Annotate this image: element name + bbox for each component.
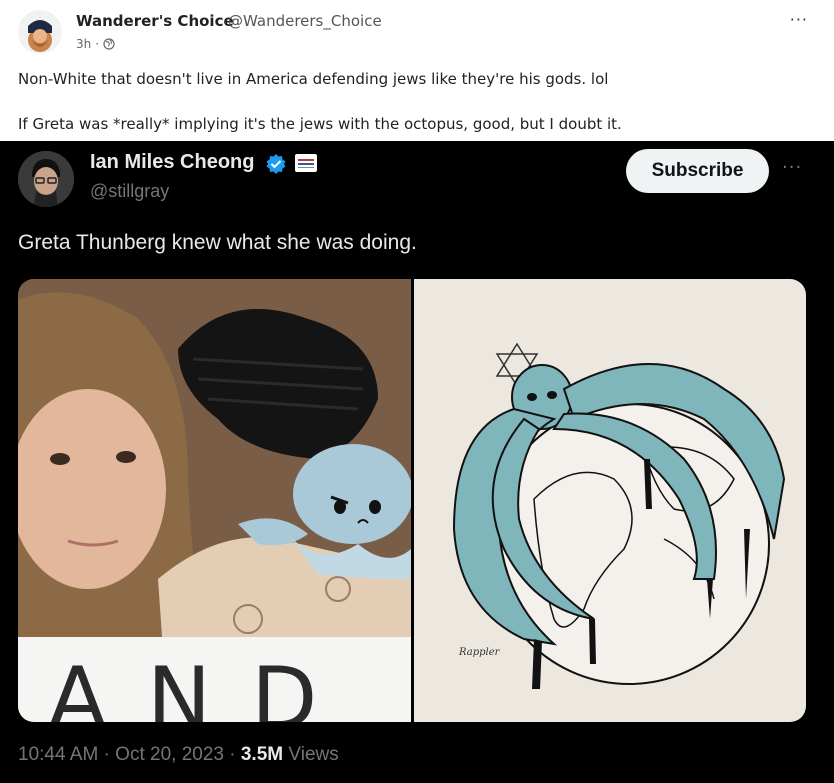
author-name[interactable]: Wanderer's Choice [76, 12, 234, 30]
views-label: Views [283, 744, 339, 765]
embed-tweet-text: Greta Thunberg knew what she was doing. [18, 231, 417, 254]
post-text-line-2: If Greta was *really* implying it's the … [18, 115, 622, 133]
embed-more-options-icon[interactable]: ··· [782, 157, 802, 178]
embed-time[interactable]: 10:44 AM [18, 744, 98, 765]
affiliation-flag-icon[interactable] [295, 154, 317, 172]
photo-selfie-with-plush[interactable]: AND [18, 279, 413, 722]
embed-footer: 10:44 AM · Oct 20, 2023 · 3.5M Views [18, 744, 339, 766]
embed-author-name[interactable]: Ian Miles Cheong [90, 151, 254, 174]
post-text-line-1: Non-White that doesn't live in America d… [18, 70, 609, 88]
footer-separator-2: · [223, 744, 241, 765]
author-avatar[interactable] [18, 10, 62, 54]
artist-signature: Rappler [459, 647, 500, 658]
embed-author-handle[interactable]: @stillgray [90, 181, 169, 202]
embed-date[interactable]: Oct 20, 2023 [115, 744, 224, 765]
globe-icon [103, 38, 115, 50]
verified-badge-icon [265, 153, 287, 175]
photo-octopus-cartoon[interactable]: Rappler [414, 279, 806, 722]
post-meta: 3h · [76, 37, 115, 51]
subscribe-button[interactable]: Subscribe [626, 149, 769, 193]
footer-separator-1: · [98, 744, 116, 765]
embedded-tweet[interactable]: Ian Miles Cheong @stillgray Subscribe ··… [0, 141, 834, 783]
more-options-icon[interactable]: ··· [790, 10, 808, 29]
meta-separator: · [95, 37, 100, 51]
post-header: Wanderer's Choice @Wanderers_Choice 3h ·… [18, 10, 818, 56]
views-count[interactable]: 3.5M [241, 744, 283, 765]
post-time[interactable]: 3h [76, 37, 91, 51]
media-grid: AND Rappler [18, 279, 806, 722]
sign-text: AND [48, 649, 358, 722]
author-handle[interactable]: @Wanderers_Choice [228, 12, 382, 30]
embed-author-avatar[interactable] [18, 151, 74, 207]
